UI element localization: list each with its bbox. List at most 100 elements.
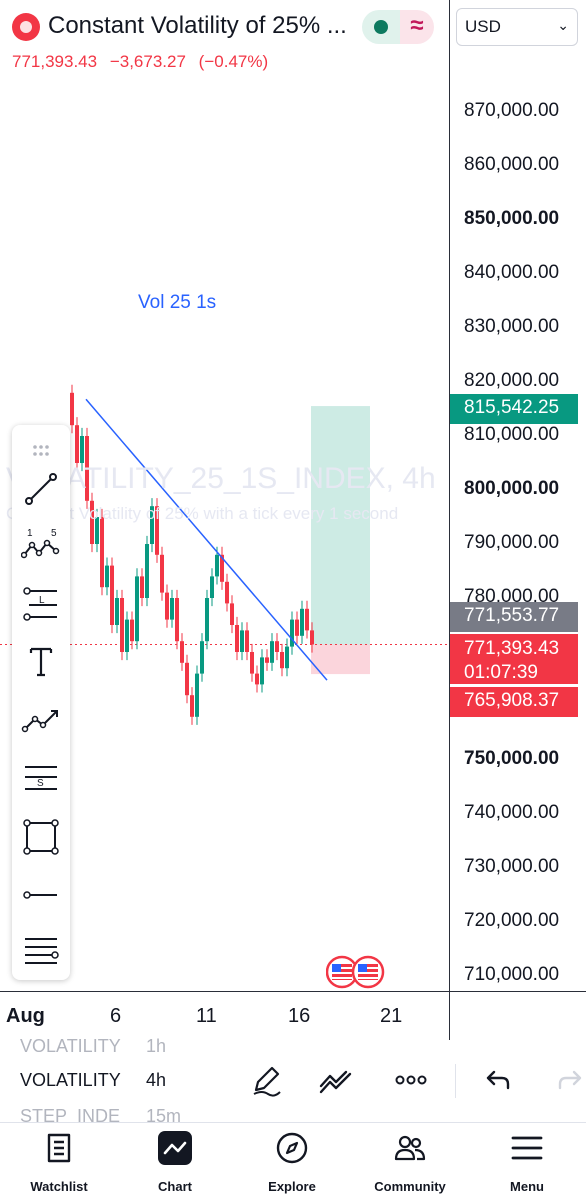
- nav-chart[interactable]: Chart: [120, 1123, 230, 1200]
- draw-pencil-icon[interactable]: [248, 1062, 284, 1098]
- candle-body: [115, 598, 119, 625]
- more-options-icon[interactable]: [393, 1062, 429, 1098]
- candle-body: [120, 598, 124, 652]
- chart-type-button[interactable]: ≈: [400, 10, 434, 44]
- chart-icon: [158, 1131, 192, 1165]
- price-axis-label: 720,000.00: [464, 910, 560, 931]
- candle-body: [185, 662, 189, 696]
- time-axis-label: 21: [380, 1005, 403, 1027]
- candle-body: [305, 608, 309, 631]
- forecast-tool-icon[interactable]: [21, 699, 61, 739]
- symbol-name[interactable]: VOLATILITY: [20, 1036, 121, 1057]
- undo-icon[interactable]: [480, 1062, 516, 1098]
- price-axis-label: 790,000.00: [464, 532, 560, 553]
- candle-body: [290, 619, 294, 647]
- fib-retracement-tool-icon[interactable]: L: [21, 583, 61, 623]
- rectangle-tool-icon[interactable]: [21, 817, 61, 857]
- price-axis-label: 860,000.00: [464, 154, 560, 175]
- nav-community[interactable]: Community: [355, 1123, 465, 1200]
- candle-body: [280, 652, 284, 669]
- compass-icon: [276, 1132, 308, 1164]
- stop-loss-price-tag: 765,908.37: [450, 687, 578, 717]
- action-divider: [455, 1064, 456, 1098]
- candle-body: [140, 576, 144, 598]
- symbol-name[interactable]: VOLATILITY: [20, 1070, 121, 1091]
- candle-body: [310, 630, 314, 645]
- candle-body: [135, 576, 139, 642]
- price-axis-label: 710,000.00: [464, 964, 560, 985]
- candle-body: [180, 641, 184, 663]
- last-price-tag-value: 771,393.43: [464, 638, 560, 659]
- nav-label: Explore: [268, 1179, 316, 1194]
- price-change-pct: (−0.47%): [198, 52, 269, 71]
- ray-tool-icon[interactable]: [21, 875, 61, 915]
- elliott-wave-tool-icon[interactable]: 1 5: [20, 525, 61, 565]
- position-tool-icon[interactable]: S: [21, 757, 61, 797]
- currency-value: USD: [465, 17, 501, 36]
- chevron-down-icon: ⌄: [557, 17, 569, 33]
- candle-body: [75, 425, 79, 463]
- time-axis-border: [0, 991, 586, 992]
- nav-label: Chart: [158, 1179, 192, 1194]
- take-profit-zone: [311, 406, 370, 645]
- candle-body: [80, 436, 84, 463]
- price-axis-label: 750,000.00: [464, 748, 560, 769]
- candle-body: [235, 625, 239, 652]
- nav-explore[interactable]: Explore: [237, 1123, 347, 1200]
- candle-body: [110, 565, 114, 625]
- price-axis-label: 740,000.00: [464, 802, 560, 823]
- candle-body: [130, 619, 134, 642]
- currency-select[interactable]: USD ⌄: [456, 8, 578, 46]
- symbol-interval[interactable]: 4h: [146, 1070, 166, 1091]
- symbol-title[interactable]: Constant Volatility of 25% ...: [48, 12, 347, 40]
- candle-body: [170, 598, 174, 620]
- price-axis-label: 870,000.00: [464, 100, 560, 121]
- last-price-tag: 771,393.43 01:07:39: [450, 634, 578, 684]
- take-profit-price-tag: 815,542.25: [450, 394, 578, 424]
- bar-countdown: 01:07:39: [464, 662, 538, 683]
- candle-body: [165, 592, 169, 620]
- economic-events-icon[interactable]: [326, 955, 386, 989]
- market-open-dot-icon: [374, 20, 388, 34]
- volatility-logo-icon: [12, 13, 40, 41]
- menu-icon: [511, 1136, 543, 1160]
- symbol-header: Constant Volatility of 25% ... ≈ 771,393…: [0, 0, 450, 80]
- time-axis-label: 6: [110, 1005, 122, 1027]
- last-price: 771,393.43: [12, 52, 98, 71]
- price-quote: 771,393.43 −3,673.27 (−0.47%): [12, 52, 276, 72]
- text-tool-icon[interactable]: [21, 641, 61, 681]
- nav-label: Menu: [510, 1179, 544, 1194]
- candle-body: [105, 565, 109, 588]
- candle-body: [100, 517, 104, 588]
- watchlist-icon: [47, 1133, 71, 1163]
- candle-body: [285, 646, 289, 669]
- price-axis-label: 810,000.00: [464, 424, 560, 445]
- candle-body: [260, 657, 264, 685]
- indicators-icon[interactable]: [318, 1062, 354, 1098]
- candle-body: [295, 619, 299, 636]
- study-label[interactable]: Vol 25 1s: [138, 292, 216, 314]
- candle-body: [205, 598, 209, 642]
- time-axis-label: Aug: [6, 1005, 45, 1027]
- candle-body: [215, 554, 219, 577]
- drag-handle-icon[interactable]: [21, 431, 61, 456]
- svg-text:L: L: [39, 595, 45, 606]
- candle-body: [225, 581, 229, 604]
- chart-watermark-symbol: VOLATILITY_25_1S_INDEX, 4h: [6, 462, 436, 495]
- trend-line-tool-icon[interactable]: [21, 469, 61, 509]
- candle-body: [195, 673, 199, 717]
- candle-body: [145, 544, 149, 598]
- candle-body: [175, 598, 179, 642]
- nav-menu[interactable]: Menu: [472, 1123, 582, 1200]
- redo-icon[interactable]: [552, 1062, 586, 1098]
- parallel-lines-tool-icon[interactable]: [21, 929, 61, 969]
- svg-text:1: 1: [27, 528, 33, 539]
- nav-watchlist[interactable]: Watchlist: [4, 1123, 114, 1200]
- time-axis-label: 11: [196, 1005, 217, 1027]
- price-axis-label: 850,000.00: [464, 208, 560, 229]
- time-axis-label: 16: [288, 1005, 311, 1027]
- price-axis-label: 820,000.00: [464, 370, 560, 391]
- market-status-button[interactable]: [362, 10, 400, 44]
- symbol-interval[interactable]: 1h: [146, 1036, 166, 1057]
- candle-body: [275, 641, 279, 652]
